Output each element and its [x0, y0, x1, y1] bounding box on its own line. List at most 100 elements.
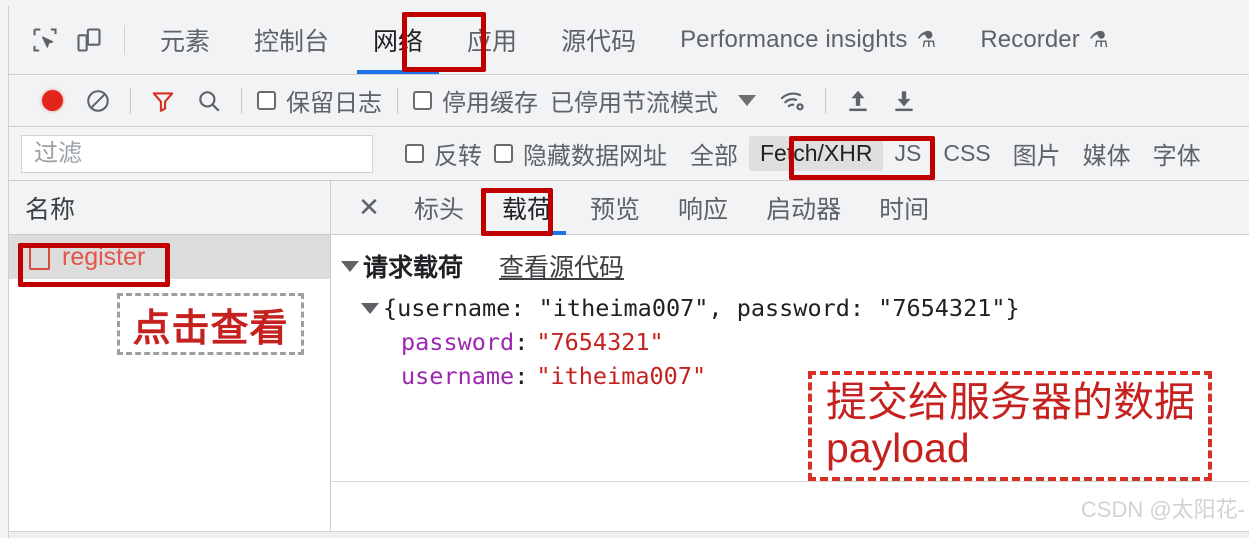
record-button[interactable] — [29, 81, 75, 121]
tab-recorder[interactable]: Recorder ⚗ — [958, 6, 1130, 74]
throttling-select[interactable]: 已停用节流模式 — [544, 83, 724, 118]
resource-type-filters: 全部 Fetch/XHR JS CSS 图片 媒体 字体 — [679, 132, 1212, 175]
network-filter-bar: 反转 隐藏数据网址 全部 Fetch/XHR JS CSS 图片 媒体 字体 — [9, 127, 1249, 181]
tab-elements[interactable]: 元素 — [138, 6, 232, 74]
triangle-down-icon[interactable] — [361, 302, 379, 314]
annotation-payload-note-line2: payload — [826, 424, 970, 471]
tab-sources-label: 源代码 — [561, 28, 637, 56]
tab-timing[interactable]: 时间 — [860, 181, 948, 235]
filter-all-label: 全部 — [690, 143, 738, 170]
tab-headers-label: 标头 — [414, 195, 465, 224]
toolbar-divider — [241, 87, 242, 114]
filter-media[interactable]: 媒体 — [1072, 132, 1142, 175]
hide-data-urls-checkbox[interactable]: 隐藏数据网址 — [488, 136, 673, 171]
wifi-gear-icon[interactable] — [770, 81, 816, 121]
tab-console[interactable]: 控制台 — [232, 6, 351, 74]
network-body: 名称 register ✕ 标头 载荷 预览 响应 启动器 时间 请求载荷 查看… — [9, 181, 1249, 538]
request-name: register — [62, 242, 146, 271]
download-arrow-icon[interactable] — [881, 81, 927, 121]
filter-img[interactable]: 图片 — [1002, 132, 1072, 175]
request-list-header: 名称 — [9, 181, 330, 235]
filter-js[interactable]: JS — [883, 136, 932, 171]
request-row-register[interactable]: register — [9, 235, 330, 279]
filter-all[interactable]: 全部 — [679, 132, 749, 175]
preserve-log-checkbox[interactable]: 保留日志 — [251, 83, 388, 118]
search-icon[interactable] — [186, 81, 232, 121]
flask-icon: ⚗ — [1088, 27, 1109, 52]
tab-initiator[interactable]: 启动器 — [747, 181, 860, 235]
payload-colon: : — [514, 362, 529, 390]
section-divider — [331, 481, 1249, 482]
checkbox-box — [494, 144, 513, 163]
tab-recorder-label: Recorder — [980, 26, 1080, 53]
request-detail-panel: ✕ 标头 载荷 预览 响应 启动器 时间 请求载荷 查看源代码 {usernam… — [331, 181, 1249, 538]
checkbox-box — [257, 91, 276, 110]
request-payload-title: 请求载荷 — [363, 254, 464, 282]
tab-performance-insights-label: Performance insights — [680, 26, 908, 53]
view-source-link[interactable]: 查看源代码 — [499, 248, 624, 284]
column-header-name: 名称 — [25, 195, 76, 224]
tab-preview[interactable]: 预览 — [571, 181, 659, 235]
record-dot-icon — [41, 90, 63, 111]
detail-tab-list: ✕ 标头 载荷 预览 响应 启动器 时间 — [331, 181, 1249, 235]
annotation-click-to-view-box: 点击查看 — [117, 293, 304, 355]
clear-button[interactable] — [75, 81, 121, 121]
close-icon[interactable]: ✕ — [349, 188, 389, 228]
filter-js-label: JS — [894, 140, 922, 166]
chevron-down-icon[interactable] — [724, 81, 770, 121]
tab-response[interactable]: 响应 — [659, 181, 747, 235]
filter-css[interactable]: CSS — [932, 136, 1001, 171]
filter-input[interactable] — [21, 134, 373, 173]
triangle-down-icon[interactable] — [341, 260, 359, 272]
tab-application-label: 应用 — [467, 28, 518, 56]
checkbox-box — [413, 91, 432, 110]
filter-font[interactable]: 字体 — [1142, 132, 1212, 175]
inspect-element-icon[interactable] — [23, 18, 67, 62]
request-payload-section-header[interactable]: 请求载荷 查看源代码 — [331, 235, 1249, 284]
upload-arrow-icon[interactable] — [835, 81, 881, 121]
checkbox-box — [405, 144, 424, 163]
payload-object-row[interactable]: {username: "itheima007", password: "7654… — [331, 284, 1249, 322]
filter-font-label: 字体 — [1152, 143, 1201, 170]
tab-payload-label: 载荷 — [502, 195, 553, 224]
tab-console-label: 控制台 — [254, 28, 330, 56]
toolbar-divider — [130, 87, 131, 114]
disable-cache-checkbox[interactable]: 停用缓存 — [407, 83, 544, 118]
throttling-label: 已停用节流模式 — [550, 90, 718, 117]
tab-payload[interactable]: 载荷 — [483, 181, 571, 235]
tab-sources[interactable]: 源代码 — [539, 6, 658, 74]
tab-network[interactable]: 网络 — [351, 6, 445, 74]
filter-fetch-xhr[interactable]: Fetch/XHR — [749, 136, 884, 171]
filter-css-label: CSS — [943, 140, 991, 166]
panel-tab-list: 元素 控制台 网络 应用 源代码 Performance insights ⚗ … — [138, 6, 1131, 74]
watermark: CSDN @太阳花- — [1080, 497, 1245, 522]
filter-fetch-xhr-label: Fetch/XHR — [760, 140, 873, 166]
tab-response-label: 响应 — [678, 195, 729, 224]
network-toolbar: 保留日志 停用缓存 已停用节流模式 — [9, 75, 1249, 127]
filter-funnel-icon[interactable] — [140, 81, 186, 121]
payload-key: password — [401, 328, 515, 356]
annotation-payload-note-line1: 提交给服务器的数据 — [826, 378, 1195, 425]
toolbar-divider — [825, 87, 826, 114]
flask-icon: ⚗ — [916, 27, 937, 52]
invert-checkbox[interactable]: 反转 — [399, 136, 488, 171]
annotation-payload-note-box: 提交给服务器的数据 payload — [808, 371, 1212, 481]
device-toolbar-icon[interactable] — [67, 18, 111, 62]
payload-property-row: password: "7654321" — [331, 322, 1249, 356]
annotation-click-to-view-text: 点击查看 — [132, 307, 289, 350]
tab-elements-label: 元素 — [160, 28, 211, 56]
payload-colon: : — [514, 328, 529, 356]
payload-value: "7654321" — [536, 328, 664, 356]
payload-object-summary: {username: "itheima007", password: "7654… — [383, 294, 1020, 322]
payload-value: "itheima007" — [536, 362, 707, 390]
tab-performance-insights[interactable]: Performance insights ⚗ — [658, 6, 958, 74]
bottom-scrollbar[interactable] — [9, 531, 1249, 538]
tab-timing-label: 时间 — [879, 195, 930, 224]
payload-key: username — [401, 362, 515, 390]
document-icon — [29, 244, 50, 270]
screenshot-root: 元素 控制台 网络 应用 源代码 Performance insights ⚗ … — [0, 0, 1249, 538]
hide-data-urls-label: 隐藏数据网址 — [523, 143, 667, 170]
tab-application[interactable]: 应用 — [445, 6, 539, 74]
tab-headers[interactable]: 标头 — [395, 181, 483, 235]
preserve-log-label: 保留日志 — [286, 90, 382, 117]
